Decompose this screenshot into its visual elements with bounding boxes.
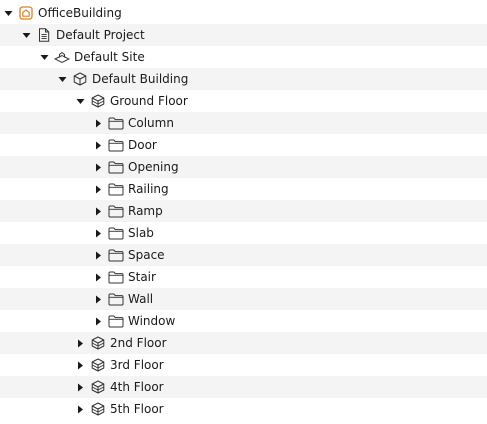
tree-item-label: Default Building [92, 72, 189, 86]
storey-icon [90, 357, 106, 373]
expand-arrow-icon[interactable] [91, 288, 105, 310]
expand-arrow-icon[interactable] [91, 244, 105, 266]
expand-arrow-icon[interactable] [73, 332, 87, 354]
project-tree: OfficeBuilding Default Project Default Sit… [0, 0, 487, 420]
tree-item-label: Ground Floor [110, 94, 188, 108]
tree-item-ramp[interactable]: Ramp [0, 200, 487, 222]
tree-item-label: 2nd Floor [110, 336, 167, 350]
tree-item-space[interactable]: Space [0, 244, 487, 266]
building-icon [72, 71, 88, 87]
folder-icon [108, 313, 124, 329]
document-icon [36, 27, 52, 43]
tree-item-label: Wall [128, 292, 154, 306]
tree-item-door[interactable]: Door [0, 134, 487, 156]
tree-item-label: Door [128, 138, 157, 152]
expand-arrow-icon[interactable] [91, 112, 105, 134]
tree-item-label: Default Project [56, 28, 145, 42]
expand-arrow-icon[interactable] [73, 376, 87, 398]
tree-item-column[interactable]: Column [0, 112, 487, 134]
tree-item-officebuilding[interactable]: OfficeBuilding [0, 2, 487, 24]
collapse-arrow-icon[interactable] [1, 2, 15, 24]
tree-item-label: Stair [128, 270, 156, 284]
storey-icon [90, 401, 106, 417]
tree-item-3rd-floor[interactable]: 3rd Floor [0, 354, 487, 376]
folder-icon [108, 269, 124, 285]
tree-item-wall[interactable]: Wall [0, 288, 487, 310]
tree-item-window[interactable]: Window [0, 310, 487, 332]
collapse-arrow-icon[interactable] [73, 90, 87, 112]
collapse-arrow-icon[interactable] [19, 24, 33, 46]
tree-item-label: 3rd Floor [110, 358, 164, 372]
tree-item-railing[interactable]: Railing [0, 178, 487, 200]
storey-icon [90, 379, 106, 395]
tree-item-4th-floor[interactable]: 4th Floor [0, 376, 487, 398]
tree-item-2nd-floor[interactable]: 2nd Floor [0, 332, 487, 354]
expand-arrow-icon[interactable] [73, 398, 87, 420]
storey-icon [90, 93, 106, 109]
tree-item-label: Default Site [74, 50, 145, 64]
collapse-arrow-icon[interactable] [55, 68, 69, 90]
tree-item-default-building[interactable]: Default Building [0, 68, 487, 90]
tree-item-label: OfficeBuilding [38, 6, 122, 20]
folder-icon [108, 115, 124, 131]
storey-icon [90, 335, 106, 351]
tree-item-stair[interactable]: Stair [0, 266, 487, 288]
folder-icon [108, 137, 124, 153]
tree-item-label: Space [128, 248, 165, 262]
collapse-arrow-icon[interactable] [37, 46, 51, 68]
tree-item-label: Railing [128, 182, 169, 196]
expand-arrow-icon[interactable] [91, 222, 105, 244]
tree-item-label: 5th Floor [110, 402, 164, 416]
tree-item-label: Opening [128, 160, 179, 174]
tree-item-default-site[interactable]: Default Site [0, 46, 487, 68]
expand-arrow-icon[interactable] [91, 134, 105, 156]
expand-arrow-icon[interactable] [91, 200, 105, 222]
folder-icon [108, 291, 124, 307]
tree-item-label: Window [128, 314, 176, 328]
tree-item-ground-floor[interactable]: Ground Floor [0, 90, 487, 112]
expand-arrow-icon[interactable] [73, 354, 87, 376]
folder-icon [108, 225, 124, 241]
project-home-icon [18, 5, 34, 21]
tree-item-opening[interactable]: Opening [0, 156, 487, 178]
expand-arrow-icon[interactable] [91, 310, 105, 332]
tree-item-default-project[interactable]: Default Project [0, 24, 487, 46]
tree-item-5th-floor[interactable]: 5th Floor [0, 398, 487, 420]
tree-item-label: Column [128, 116, 174, 130]
tree-item-label: Ramp [128, 204, 163, 218]
tree-item-label: Slab [128, 226, 154, 240]
expand-arrow-icon[interactable] [91, 178, 105, 200]
site-icon [54, 49, 70, 65]
folder-icon [108, 181, 124, 197]
folder-icon [108, 159, 124, 175]
tree-item-label: 4th Floor [110, 380, 164, 394]
expand-arrow-icon[interactable] [91, 266, 105, 288]
tree-item-slab[interactable]: Slab [0, 222, 487, 244]
expand-arrow-icon[interactable] [91, 156, 105, 178]
folder-icon [108, 247, 124, 263]
folder-icon [108, 203, 124, 219]
